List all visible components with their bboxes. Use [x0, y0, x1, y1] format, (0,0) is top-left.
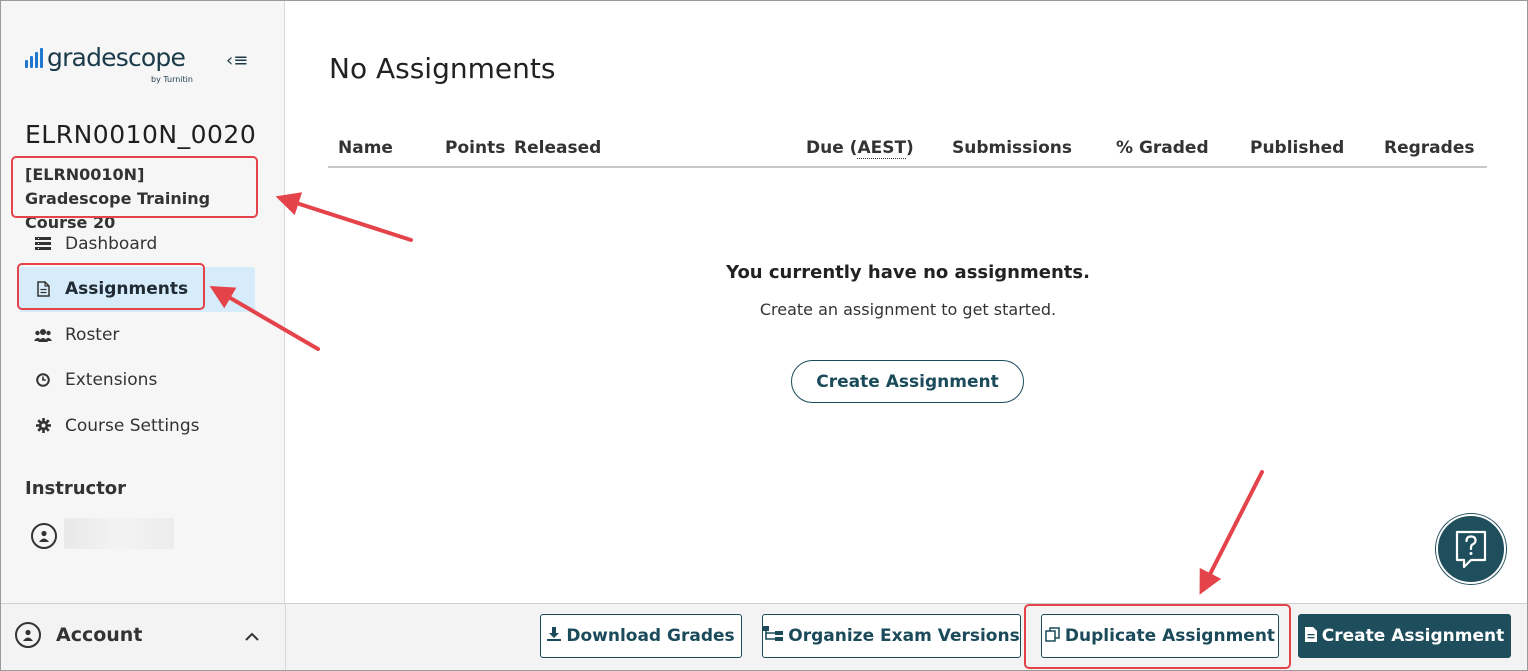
sidebar-item-extensions[interactable]: Extensions — [19, 358, 255, 404]
page-title: No Assignments — [329, 52, 556, 85]
dashboard-icon — [33, 237, 53, 251]
account-avatar-icon — [15, 622, 41, 648]
sidebar-item-label: Dashboard — [65, 233, 158, 254]
annotation-highlight-duplicate — [1024, 604, 1291, 669]
instructor-heading: Instructor — [25, 478, 127, 499]
create-assignment-empty-button[interactable]: Create Assignment — [791, 360, 1024, 403]
column-header-due[interactable]: Due (AEST) — [806, 138, 914, 159]
collapse-sidebar-icon[interactable]: ‹≡ — [226, 51, 248, 71]
assignments-table-header: Name Points Released Due (AEST) Submissi… — [328, 128, 1487, 168]
sidebar-item-roster[interactable]: Roster — [19, 312, 255, 358]
help-button[interactable] — [1436, 514, 1506, 584]
annotation-highlight-assignments — [17, 263, 205, 310]
create-assignment-label: Create Assignment — [1321, 626, 1505, 646]
chevron-up-icon[interactable] — [244, 627, 260, 646]
annotation-highlight-course — [11, 156, 258, 218]
logo-subtitle: by Turnitin — [151, 75, 193, 84]
sidebar-item-dashboard[interactable]: Dashboard — [19, 221, 255, 267]
file-icon — [1304, 626, 1317, 646]
footer-divider — [285, 604, 286, 670]
sitemap-icon — [763, 626, 784, 646]
download-icon — [547, 627, 562, 645]
due-label: Due ( — [806, 138, 858, 158]
sidebar-item-label: Course Settings — [65, 415, 200, 436]
account-menu[interactable]: Account — [15, 622, 142, 648]
column-header-published[interactable]: Published — [1250, 138, 1344, 158]
column-header-released[interactable]: Released — [514, 138, 601, 158]
sidebar-item-label: Roster — [65, 324, 120, 345]
logo-text: gradescope — [47, 43, 186, 72]
account-label: Account — [56, 624, 143, 646]
gear-icon — [33, 418, 53, 434]
clock-icon — [33, 373, 53, 388]
logo-bars-icon — [25, 48, 43, 68]
organize-exam-versions-button[interactable]: Organize Exam Versions — [762, 614, 1021, 658]
column-header-graded[interactable]: % Graded — [1116, 138, 1209, 158]
column-header-name[interactable]: Name — [338, 138, 393, 158]
organize-exam-versions-label: Organize Exam Versions — [788, 626, 1020, 646]
sidebar-nav: Dashboard Assignments Roster Extensions … — [19, 221, 255, 449]
instructor-name-redacted — [64, 518, 174, 549]
due-timezone: AEST — [857, 138, 907, 159]
users-icon — [33, 328, 53, 342]
due-label-close: ) — [906, 138, 914, 158]
download-grades-button[interactable]: Download Grades — [540, 614, 742, 658]
empty-state-subtitle: Create an assignment to get started. — [759, 300, 1057, 319]
empty-state-title: You currently have no assignments. — [726, 262, 1090, 283]
column-header-regrades[interactable]: Regrades — [1384, 138, 1474, 158]
gradescope-logo[interactable]: gradescope by Turnitin — [25, 43, 193, 84]
download-grades-label: Download Grades — [566, 626, 735, 646]
sidebar-item-course-settings[interactable]: Course Settings — [19, 403, 255, 449]
column-header-points[interactable]: Points — [445, 138, 505, 158]
column-header-submissions[interactable]: Submissions — [952, 138, 1072, 158]
sidebar-item-label: Extensions — [65, 370, 158, 391]
course-code: ELRN0010N_0020 — [25, 120, 257, 149]
create-assignment-button[interactable]: Create Assignment — [1298, 614, 1511, 658]
help-book-icon — [1455, 530, 1487, 569]
instructor-avatar-icon — [31, 523, 57, 549]
